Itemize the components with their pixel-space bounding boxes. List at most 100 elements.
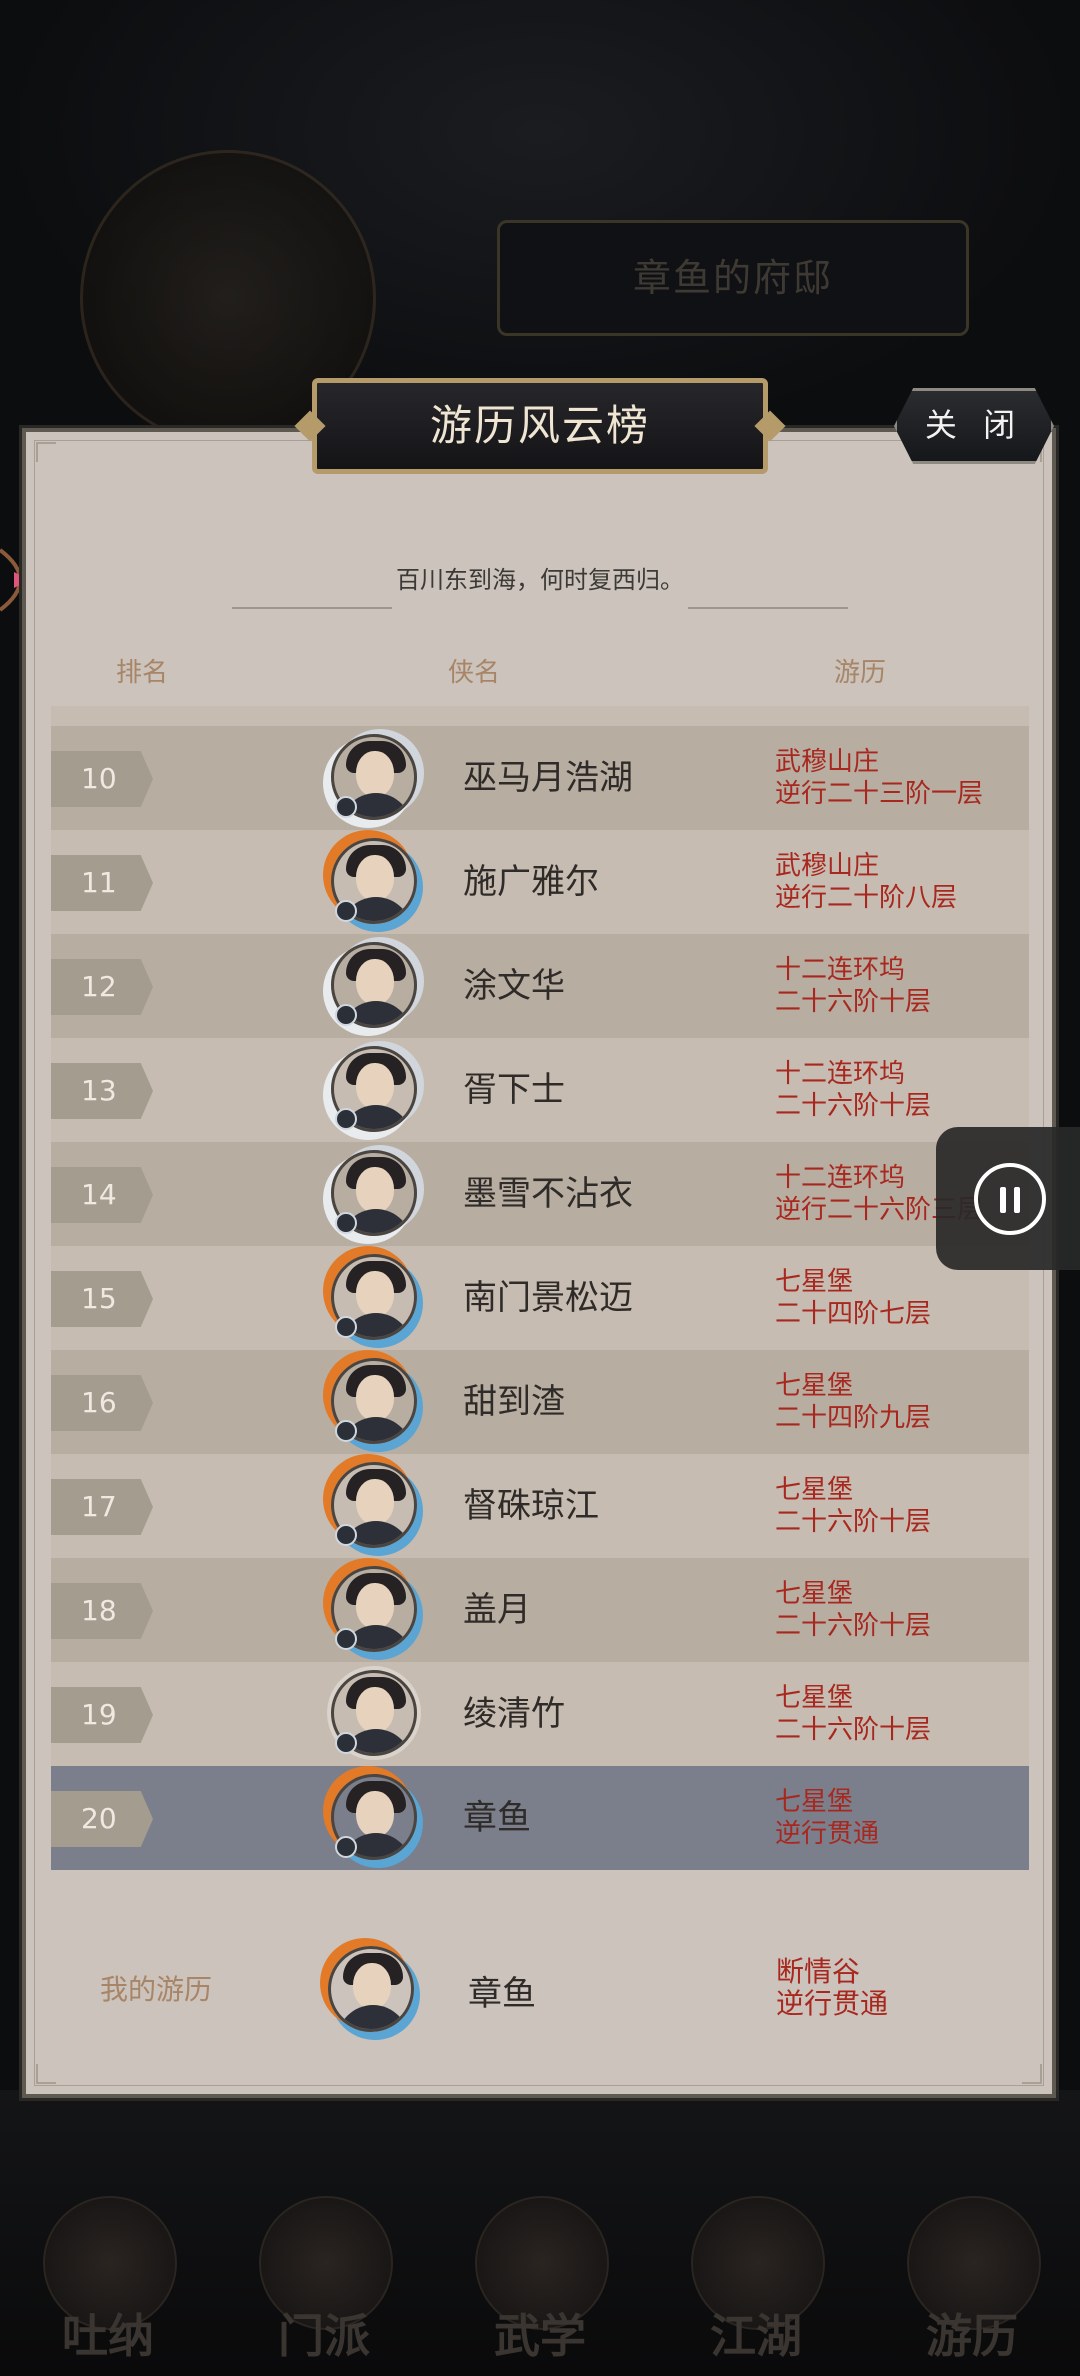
avatar-face — [356, 1583, 394, 1629]
exp-place: 七星堡 — [775, 1267, 854, 1297]
nav-item-label: 江湖 — [710, 2309, 802, 2363]
my-exp-place: 断情谷 — [776, 1955, 861, 1988]
table-row[interactable]: 11 施广雅尔 武穆山庄 逆行二十阶八层 — [51, 830, 1029, 934]
table-row[interactable]: 19 绫清竹 七星堡 二十六阶十层 — [51, 1662, 1029, 1766]
player-exp: 七星堡 二十六阶十层 — [775, 1578, 931, 1642]
column-header-rank: 排名 — [116, 658, 169, 688]
background-bottom: 吐纳 门派 武学 江湖 游历 — [0, 2090, 1080, 2376]
rank-badge: 13 — [51, 1063, 153, 1119]
player-name: 督硃琼江 — [463, 1486, 599, 1526]
exp-place: 七星堡 — [775, 1371, 854, 1401]
avatar-face — [353, 1963, 391, 2009]
table-row[interactable]: 18 盖月 七星堡 二十六阶十层 — [51, 1558, 1029, 1662]
nav-item: 门派 — [239, 2196, 409, 2366]
school-badge-icon — [335, 1420, 357, 1442]
exp-stage: 二十六阶十层 — [775, 1091, 932, 1121]
table-row[interactable]: 15 南门景松迈 七星堡 二十四阶七层 — [51, 1246, 1029, 1350]
my-record-label: 我的游历 — [100, 1973, 213, 2006]
rank-badge: 15 — [51, 1271, 153, 1327]
exp-place: 十二连环坞 — [775, 955, 906, 985]
player-exp: 七星堡 二十四阶九层 — [775, 1370, 931, 1434]
corner-ornament — [36, 442, 56, 462]
table-row[interactable]: 13 胥下士 十二连环坞 二十六阶十层 — [51, 1038, 1029, 1142]
player-name: 绫清竹 — [463, 1694, 565, 1734]
exp-stage: 逆行贯通 — [775, 1819, 880, 1849]
rank-badge: 10 — [51, 751, 153, 807]
rank-badge: 14 — [51, 1167, 153, 1223]
avatar-frame — [328, 1946, 414, 2032]
exp-stage: 二十六阶十层 — [775, 1507, 932, 1537]
player-name: 胥下士 — [463, 1070, 565, 1110]
pause-icon — [974, 1163, 1046, 1235]
school-badge-icon — [335, 1316, 357, 1338]
exp-stage: 二十六阶十层 — [775, 1715, 932, 1745]
player-exp: 武穆山庄 逆行二十阶八层 — [775, 850, 957, 914]
exp-stage: 二十六阶十层 — [775, 1611, 932, 1641]
table-row[interactable]: 14 墨雪不沾衣 十二连环坞 逆行二十六阶三层 — [51, 1142, 1029, 1246]
player-exp: 十二连环坞 二十六阶十层 — [775, 1058, 931, 1122]
nav-item: 吐纳 — [23, 2196, 193, 2366]
player-name: 巫马月浩湖 — [463, 758, 633, 798]
avatar-face — [356, 1687, 394, 1733]
rank-badge: 17 — [51, 1479, 153, 1535]
avatar-face — [356, 855, 394, 901]
school-badge-icon — [335, 1524, 357, 1546]
my-exp-stage: 逆行贯通 — [776, 1987, 889, 2020]
avatar-robe — [337, 2005, 409, 2029]
school-badge-icon — [335, 900, 357, 922]
exp-place: 七星堡 — [775, 1787, 854, 1817]
player-exp: 武穆山庄 逆行二十三阶一层 — [775, 746, 983, 810]
school-badge-icon — [335, 1212, 357, 1234]
player-name: 墨雪不沾衣 — [463, 1174, 633, 1214]
nav-item-label: 武学 — [494, 2309, 586, 2363]
ranking-list[interactable]: 10 巫马月浩湖 武穆山庄 逆行二十三阶一层 11 施广雅尔 武穆山庄 逆行二十阶八层 12 涂文… — [51, 706, 1029, 1880]
nav-item-label: 游历 — [926, 2309, 1018, 2363]
nav-item: 武学 — [455, 2196, 625, 2366]
table-row[interactable]: 10 巫马月浩湖 武穆山庄 逆行二十三阶一层 — [51, 726, 1029, 830]
school-badge-icon — [335, 1004, 357, 1026]
table-row[interactable]: 12 涂文华 十二连环坞 二十六阶十层 — [51, 934, 1029, 1038]
player-name: 章鱼 — [463, 1798, 531, 1838]
player-name: 施广雅尔 — [463, 862, 599, 902]
avatar-face — [356, 751, 394, 797]
exp-stage: 逆行二十阶八层 — [775, 883, 958, 913]
school-badge-icon — [335, 1732, 357, 1754]
school-badge-icon — [335, 1108, 357, 1130]
rank-badge: 19 — [51, 1687, 153, 1743]
player-exp: 十二连环坞 二十六阶十层 — [775, 954, 931, 1018]
exp-place: 武穆山庄 — [775, 851, 880, 881]
modal-title: 游历风云榜 — [312, 378, 768, 474]
player-name: 南门景松迈 — [463, 1278, 633, 1318]
estate-title: 章鱼的府邸 — [497, 220, 969, 336]
motto-text: 百川东到海，何时复西归。 — [396, 566, 684, 594]
my-name: 章鱼 — [468, 1974, 536, 2014]
avatar-face — [356, 959, 394, 1005]
exp-place: 七星堡 — [775, 1579, 854, 1609]
rank-badge: 16 — [51, 1375, 153, 1431]
table-row[interactable] — [51, 706, 1029, 726]
exp-stage: 二十六阶十层 — [775, 987, 932, 1017]
my-avatar — [328, 1946, 414, 2032]
player-exp: 七星堡 二十四阶七层 — [775, 1266, 931, 1330]
close-button[interactable]: 关 闭 — [894, 388, 1054, 464]
nav-item-label: 吐纳 — [62, 2309, 154, 2363]
player-exp: 七星堡 二十六阶十层 — [775, 1682, 931, 1746]
column-header-exp: 游历 — [834, 658, 887, 688]
table-row[interactable]: 16 甜到渣 七星堡 二十四阶九层 — [51, 1350, 1029, 1454]
rank-badge: 11 — [51, 855, 153, 911]
player-name: 甜到渣 — [463, 1382, 565, 1422]
pause-button[interactable] — [936, 1127, 1080, 1270]
nav-item-label: 门派 — [278, 2309, 370, 2363]
corner-ornament — [1022, 2064, 1042, 2084]
player-name: 涂文华 — [463, 966, 565, 1006]
table-row[interactable]: 17 督硃琼江 七星堡 二十六阶十层 — [51, 1454, 1029, 1558]
motto-divider — [232, 607, 392, 609]
avatar-face — [356, 1375, 394, 1421]
avatar-face — [356, 1167, 394, 1213]
avatar-face — [356, 1479, 394, 1525]
player-exp: 七星堡 逆行贯通 — [775, 1786, 879, 1850]
table-row[interactable]: 20 章鱼 七星堡 逆行贯通 — [51, 1766, 1029, 1870]
exp-place: 武穆山庄 — [775, 747, 880, 777]
rank-badge: 18 — [51, 1583, 153, 1639]
school-badge-icon — [335, 1628, 357, 1650]
